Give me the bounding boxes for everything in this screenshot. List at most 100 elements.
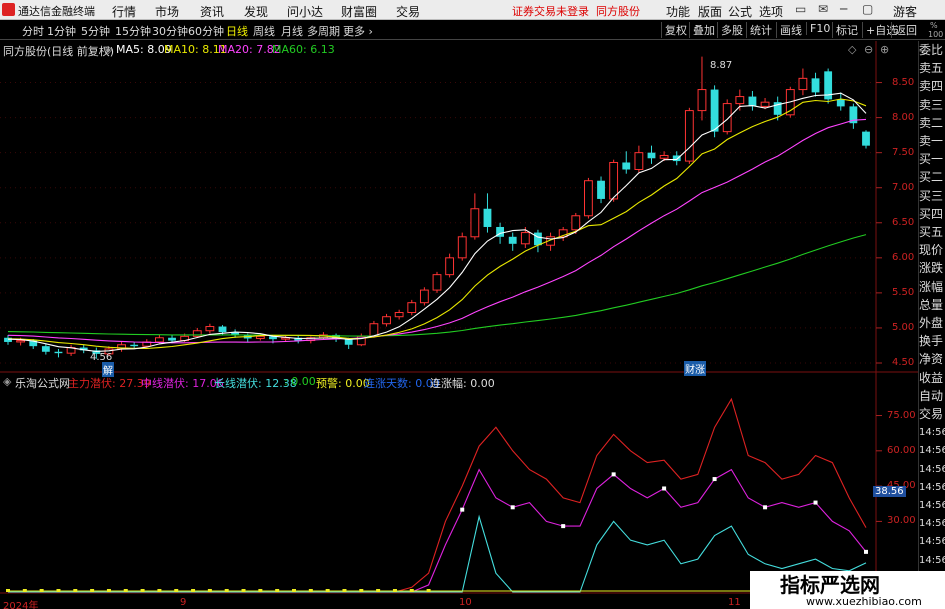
indicator-axis-label: 60.00 [887,444,916,456]
candle-body [760,101,770,107]
xaxis-label-10: 10 [459,597,472,608]
candle-body [710,89,719,132]
side-item[interactable]: 现价 [919,243,943,258]
side-item[interactable]: 自动 [919,389,943,404]
candle-body [344,339,353,345]
candle-body [659,154,669,159]
side-item[interactable]: 交易 [919,407,943,422]
zhongxian-marker [662,486,667,491]
side-item[interactable]: 14:56 [919,443,945,458]
candle-body [508,236,517,244]
candle-body [192,330,202,337]
zhuli-label: 主力潜伏: 27.39 [68,377,151,390]
event-caizhang-badge[interactable]: 财涨 [684,361,706,376]
lianzhang-fu-label: 连涨幅: 0.00 [430,377,495,390]
candle-body [218,326,227,333]
side-item[interactable]: 涨跌 [919,261,943,276]
candle-body [382,316,391,325]
side-item[interactable]: 买四 [919,207,943,222]
candle-body [862,131,870,146]
price-axis-label: 6.50 [892,216,915,228]
side-item[interactable]: 14:56 [919,480,945,495]
side-item[interactable]: 买一 [919,152,943,167]
side-item[interactable]: 卖三 [919,98,943,113]
extra-value: : 0.00 [284,375,316,388]
watermark-url: www.xuezhibiao.com [806,595,922,608]
candle-body [394,312,404,318]
xaxis-label-2024: 2024年 [3,601,39,609]
candle-body [41,346,50,352]
candle-body [470,208,480,238]
ma5-line [7,92,867,352]
side-item[interactable]: 买三 [919,189,943,204]
price-axis-label: 6.00 [892,251,915,263]
candle-body [155,337,164,343]
candle-body [735,96,745,105]
xaxis-label-9: 9 [180,597,187,608]
price-axis-label: 5.00 [892,321,915,333]
side-item[interactable]: 14:56 [919,516,945,531]
side-item[interactable]: 卖五 [919,61,943,76]
side-item[interactable]: 委比 [919,43,943,58]
candle-body [54,351,63,354]
side-item[interactable]: 总量 [919,298,943,313]
side-item[interactable]: 卖四 [919,79,943,94]
zhongxian-marker [864,549,868,554]
side-item[interactable]: 换手 [919,334,943,349]
zhuli-line [8,397,867,593]
candle-body [722,103,732,133]
lianzhang-days-label: 连涨天数: 0.00 [364,377,440,390]
side-item[interactable]: 14:56 [919,553,945,568]
side-item[interactable]: 14:56 [919,498,945,513]
price-axis-label: 4.50 [892,356,915,368]
zhongxian-line [8,468,867,593]
watermark-title: 指标严选网 [780,573,880,597]
percent-max: 100 [928,30,944,39]
candle-body [798,77,808,91]
changxian-line [8,514,867,593]
indicator-axis-label: 30.00 [887,515,916,527]
candle-body [811,78,820,93]
yujing-label: 预警: 0.00 [316,377,370,390]
side-item[interactable]: 14:56 [919,462,945,477]
indicator-axis-label: 75.00 [887,409,916,421]
candle-body [634,152,644,170]
indicator-value-marker: 38.56 [873,486,906,497]
zhongxian-marker [712,477,717,482]
zhongxian-marker [510,505,515,510]
ma10-line [7,98,867,350]
zhongxian-marker [460,507,465,512]
percent-indicator: % [930,21,938,30]
candle-body [647,152,656,159]
side-item[interactable]: 涨幅 [919,280,943,295]
candle-body [130,344,139,347]
candle-body [168,337,176,341]
candle-body [483,208,492,227]
chart-canvas [0,41,918,609]
candle-body [407,302,417,314]
lianzhang-fu-value: 0.00 [470,377,495,390]
side-item[interactable]: 买二 [919,170,943,185]
side-item[interactable]: 14:56 [919,534,945,549]
price-axis-label: 8.00 [892,111,915,123]
candle-body [836,99,845,107]
candle-body [571,215,581,231]
candle-body [597,180,605,199]
side-item[interactable]: 外盘 [919,316,943,331]
candle-body [684,110,694,162]
side-item[interactable]: 14:56 [919,425,945,440]
candle-body [16,340,26,343]
indicator-settings-icon[interactable]: ◈ [3,375,11,388]
zhongxian-marker [561,524,566,529]
side-item[interactable]: 净资 [919,352,943,367]
side-item[interactable]: 买五 [919,225,943,240]
xaxis-label-11: 11 [728,597,741,608]
candle-body [609,161,619,200]
candle-body [445,257,455,276]
side-item[interactable]: 收益 [919,371,943,386]
side-item[interactable]: 卖二 [919,116,943,131]
high-price-label: 8.87 [710,60,733,71]
price-axis-label: 5.50 [892,286,915,298]
zhongxian-marker [813,500,818,505]
side-item[interactable]: 卖一 [919,134,943,149]
